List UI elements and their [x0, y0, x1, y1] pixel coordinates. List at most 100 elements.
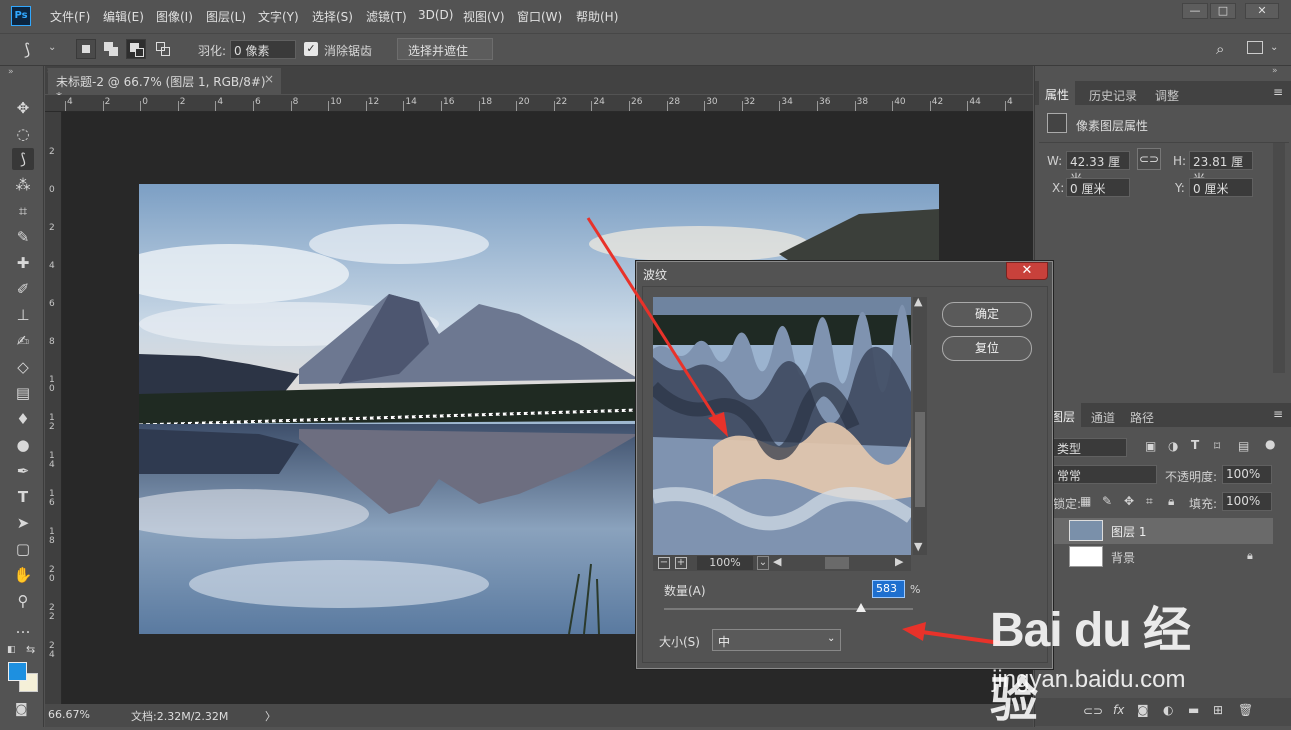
status-menu-icon[interactable]: 〉 — [265, 708, 276, 724]
document-tab[interactable]: 未标题-2 @ 66.7% (图层 1, RGB/8#) * × — [48, 68, 281, 104]
add-mask-icon[interactable]: ◙ — [1137, 703, 1149, 717]
scroll-up-icon[interactable]: ▲ — [914, 295, 922, 308]
crop-tool-icon[interactable]: ⌗ — [12, 200, 34, 222]
filter-type-icon[interactable]: T — [1191, 438, 1199, 452]
height-field[interactable]: 23.81 厘米 — [1189, 151, 1253, 186]
panel-menu-icon[interactable]: ≡ — [1273, 85, 1283, 99]
zoom-out-icon[interactable]: − — [658, 557, 670, 569]
amount-slider[interactable] — [664, 608, 913, 610]
minimize-button[interactable]: — — [1182, 3, 1208, 19]
menu-view[interactable]: 视图(V) — [463, 8, 505, 25]
tab-channels[interactable]: 通道 — [1085, 407, 1121, 428]
lock-position-icon[interactable]: ✥ — [1124, 494, 1134, 508]
restore-button[interactable]: □ — [1210, 3, 1236, 19]
menu-image[interactable]: 图像(I) — [156, 8, 193, 25]
scroll-left-icon[interactable]: ◀ — [773, 555, 781, 568]
more-tools-icon[interactable]: … — [12, 617, 34, 639]
menu-file[interactable]: 文件(F) — [50, 8, 90, 25]
width-field[interactable]: 42.33 厘米 — [1066, 151, 1130, 186]
default-colors-icon[interactable]: ◧ — [7, 645, 16, 655]
antialias-checkbox[interactable]: ✓ — [304, 42, 318, 56]
tab-paths[interactable]: 路径 — [1124, 407, 1160, 428]
filter-preview[interactable] — [653, 297, 911, 555]
filter-smart-icon[interactable]: ▤ — [1238, 439, 1249, 453]
zoom-in-icon[interactable]: + — [675, 557, 687, 569]
layer-row[interactable]: 背景 🔒︎ — [1053, 544, 1273, 570]
collapse-icon[interactable]: » — [8, 67, 14, 77]
lock-pixels-icon[interactable]: ✎ — [1102, 494, 1112, 508]
opacity-field[interactable]: 100% — [1222, 465, 1272, 484]
pen-tool-icon[interactable]: ✒ — [12, 460, 34, 482]
dialog-close-button[interactable]: ✕ — [1006, 262, 1048, 280]
workspace-icon[interactable] — [1247, 41, 1263, 54]
stamp-tool-icon[interactable]: ⊥ — [12, 304, 34, 326]
delete-layer-icon[interactable]: 🗑︎ — [1238, 703, 1253, 717]
tab-properties[interactable]: 属性 — [1039, 81, 1076, 105]
scroll-thumb[interactable] — [915, 412, 925, 507]
fx-icon[interactable]: fx — [1113, 703, 1124, 717]
scroll-down-icon[interactable]: ▼ — [914, 540, 922, 553]
tab-adjustments[interactable]: 调整 — [1149, 85, 1185, 106]
layers-menu-icon[interactable]: ≡ — [1273, 407, 1283, 421]
menu-filter[interactable]: 滤镜(T) — [366, 8, 407, 25]
search-icon[interactable]: ⌕ — [1216, 40, 1224, 58]
layer-kind-filter[interactable]: 类型 — [1053, 438, 1127, 457]
filter-toggle-icon[interactable]: ● — [1265, 437, 1275, 451]
lock-artboard-icon[interactable]: ⌗ — [1146, 494, 1153, 509]
new-selection-icon[interactable] — [76, 39, 96, 59]
filter-image-icon[interactable]: ▣ — [1145, 439, 1156, 453]
move-tool-icon[interactable]: ✥ — [12, 97, 34, 119]
magic-wand-icon[interactable]: ⁂ — [12, 174, 34, 196]
filter-shape-icon[interactable]: ⌑ — [1214, 439, 1220, 453]
rectangle-tool-icon[interactable]: ▢ — [12, 538, 34, 560]
tab-close-icon[interactable]: × — [264, 72, 274, 86]
menu-3d[interactable]: 3D(D) — [418, 8, 453, 22]
reset-button[interactable]: 复位 — [942, 336, 1032, 361]
amount-slider-thumb[interactable] — [855, 603, 866, 612]
intersect-selection-icon[interactable] — [153, 39, 173, 59]
feather-input[interactable]: 0 像素 — [230, 40, 296, 59]
h-scroll-thumb[interactable] — [825, 557, 849, 569]
preview-scrollbar[interactable]: ▲ ▼ — [913, 295, 927, 555]
menu-select[interactable]: 选择(S) — [312, 8, 353, 25]
adjustment-layer-icon[interactable]: ◐ — [1163, 703, 1173, 717]
menu-layer[interactable]: 图层(L) — [206, 8, 246, 25]
eraser-icon[interactable]: ◇ — [12, 356, 34, 378]
link-icon[interactable]: ⊂⊃ — [1137, 148, 1161, 170]
lasso-tool-icon[interactable]: ⟆ — [12, 148, 34, 170]
type-tool-icon[interactable]: T — [12, 486, 34, 508]
healing-brush-icon[interactable]: ✚ — [12, 252, 34, 274]
size-select[interactable]: 中 ⌄ — [712, 629, 841, 651]
brush-tool-icon[interactable]: ✐ — [12, 278, 34, 300]
menu-window[interactable]: 窗口(W) — [517, 8, 562, 25]
blend-mode-select[interactable]: 常常 — [1053, 465, 1157, 484]
workspace-chevron-icon[interactable]: ⌄ — [1270, 42, 1278, 53]
new-layer-icon[interactable]: ⊞ — [1213, 703, 1223, 717]
fill-field[interactable]: 100% — [1222, 492, 1272, 511]
quick-mask-icon[interactable]: ◙ — [15, 702, 28, 717]
menu-edit[interactable]: 编辑(E) — [103, 8, 144, 25]
close-window-button[interactable]: ✕ — [1245, 3, 1279, 19]
lock-transparent-icon[interactable]: ▦ — [1080, 494, 1091, 508]
link-layers-icon[interactable]: ⊂⊃ — [1083, 704, 1103, 718]
zoom-tool-icon[interactable]: ⚲ — [12, 590, 34, 612]
x-field[interactable]: 0 厘米 — [1066, 178, 1130, 197]
tab-history[interactable]: 历史记录 — [1083, 85, 1143, 106]
zoom-level[interactable]: 66.67% — [48, 708, 90, 721]
group-icon[interactable]: ▬ — [1188, 703, 1199, 717]
select-and-mask-button[interactable]: 选择并遮住 ... — [397, 38, 493, 73]
chevron-down-icon[interactable]: ⌄ — [48, 42, 56, 53]
layer-row[interactable]: 图层 1 — [1053, 518, 1273, 544]
marquee-tool-icon[interactable]: ◌ — [12, 123, 34, 145]
zoom-dropdown-icon[interactable]: ⌄ — [757, 556, 769, 570]
hand-tool-icon[interactable]: ✋ — [12, 564, 34, 586]
history-brush-icon[interactable]: ✍ — [12, 330, 34, 352]
amount-input[interactable]: 583 — [872, 580, 905, 598]
foreground-color-swatch[interactable] — [8, 662, 27, 681]
path-select-icon[interactable]: ➤ — [12, 512, 34, 534]
subtract-selection-icon[interactable] — [126, 39, 146, 59]
ok-button[interactable]: 确定 — [942, 302, 1032, 327]
swap-colors-icon[interactable]: ⇆ — [26, 643, 35, 656]
add-selection-icon[interactable] — [101, 39, 121, 59]
scroll-right-icon[interactable]: ▶ — [895, 555, 903, 568]
